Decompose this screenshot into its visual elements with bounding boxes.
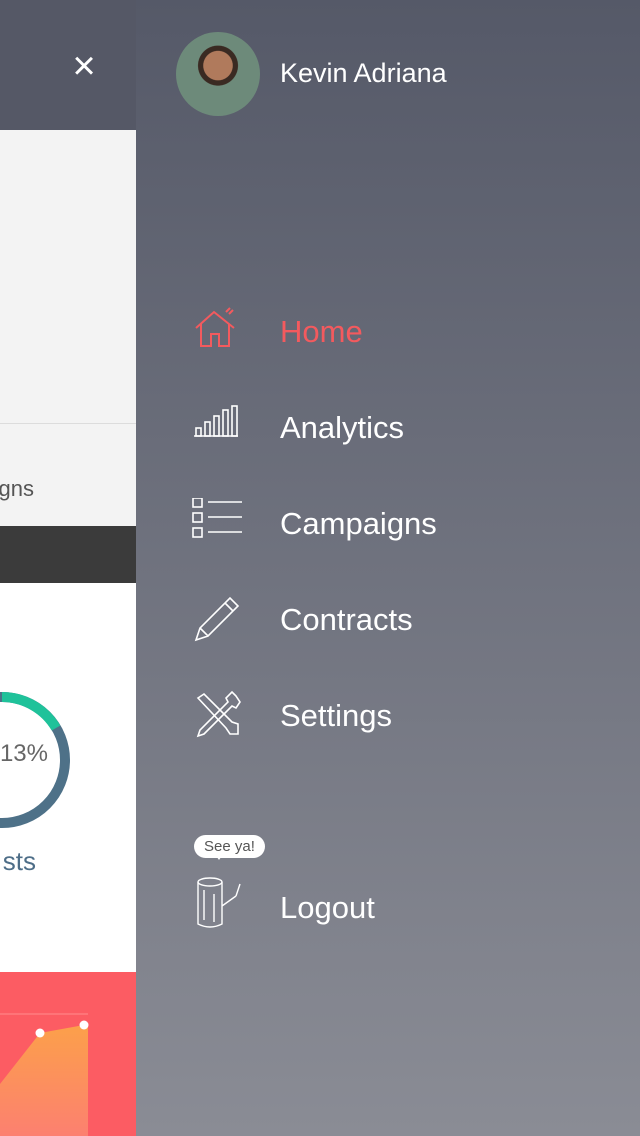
menu-item-contracts[interactable]: Contracts — [192, 588, 592, 648]
home-icon — [195, 307, 235, 347]
menu-label: Contracts — [280, 602, 413, 637]
see-ya-bubble: See ya! — [194, 835, 265, 860]
close-icon[interactable]: × — [64, 46, 104, 86]
data-point — [79, 1020, 89, 1030]
donut-percent: 13% — [0, 740, 48, 767]
pencil-icon — [194, 596, 240, 642]
avatar[interactable] — [176, 32, 260, 116]
menu-label: Analytics — [280, 410, 405, 445]
divider — [0, 423, 136, 424]
tab-campaigns-partial[interactable]: gns — [0, 476, 34, 502]
menu-label: Home — [280, 314, 363, 349]
menu-label: Settings — [280, 698, 393, 733]
list-icon — [192, 498, 242, 538]
side-menu: Kevin Adriana Home Analytics Campaigns C… — [136, 0, 640, 1136]
donut-progress-arc — [1, 692, 61, 731]
main-content-preview[interactable]: × gns > 13% sts — [0, 0, 136, 1136]
top-bar: × — [0, 0, 136, 130]
chart-card — [0, 972, 136, 1136]
bar-chart-icon — [194, 405, 238, 437]
dark-bar[interactable]: > — [0, 526, 136, 1091]
menu-item-home[interactable]: Home — [192, 300, 592, 360]
logout-button[interactable]: Logout — [192, 876, 592, 936]
header-area — [0, 130, 136, 526]
menu-label: Logout — [280, 890, 375, 925]
tools-icon — [196, 690, 241, 738]
log-icon — [197, 877, 241, 928]
menu-item-campaigns[interactable]: Campaigns — [192, 492, 592, 552]
donut-label: sts — [2, 846, 36, 876]
menu-item-analytics[interactable]: Analytics — [192, 396, 592, 456]
menu-label: Campaigns — [280, 506, 437, 541]
area-fill — [0, 1025, 88, 1136]
user-name[interactable]: Kevin Adriana — [280, 58, 447, 89]
data-point — [35, 1028, 45, 1038]
menu-item-settings[interactable]: Settings — [192, 684, 592, 744]
area-chart — [0, 1013, 89, 1136]
